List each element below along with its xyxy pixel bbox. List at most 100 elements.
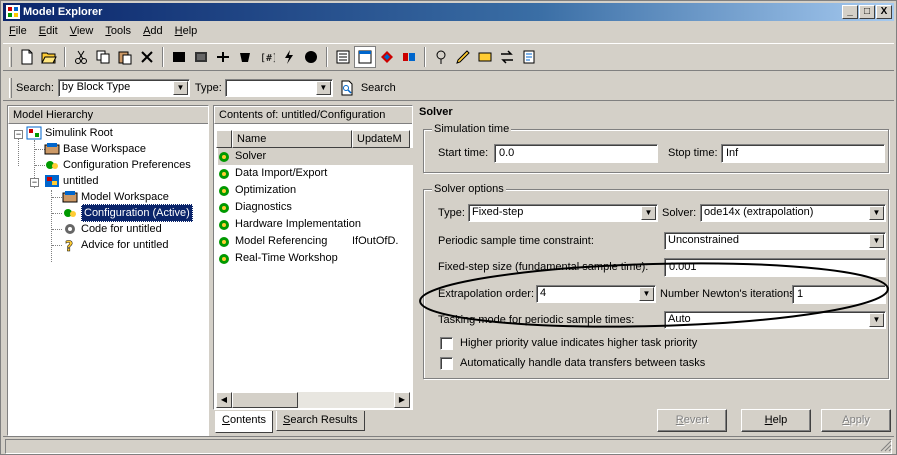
show-dialog-view-icon[interactable] (354, 46, 376, 68)
revert-button[interactable]: Revert (657, 409, 727, 432)
menu-add[interactable]: Add (137, 23, 169, 41)
column-header-blank[interactable] (216, 130, 232, 148)
chevron-down-icon[interactable]: ▼ (869, 234, 884, 248)
tree-item-code-for-untitled[interactable]: Code for untitled (62, 221, 162, 237)
tree-item-simulink-root[interactable]: Simulink Root (26, 125, 113, 141)
tree-item-advice-for-untitled[interactable]: ? Advice for untitled (62, 237, 169, 253)
model-explorer-app-icon (6, 5, 20, 19)
edit-icon[interactable] (452, 46, 474, 68)
help-button[interactable]: Help (741, 409, 811, 432)
menu-view[interactable]: View (64, 23, 100, 41)
title-bar[interactable]: Model Explorer _ □ X (3, 3, 894, 21)
list-item-real-time-workshop[interactable]: Real-Time Workshop (218, 250, 413, 267)
chevron-down-icon[interactable]: ▼ (641, 206, 656, 220)
model-hierarchy-header: Model Hierarchy (8, 106, 208, 124)
model-advisor-icon[interactable] (398, 46, 420, 68)
transfer-icon[interactable] (496, 46, 518, 68)
delete-icon[interactable] (136, 46, 158, 68)
auto-data-transfer-checkbox[interactable] (440, 357, 453, 370)
report-icon[interactable] (518, 46, 540, 68)
bus-editor-icon[interactable] (474, 46, 496, 68)
searchbar-grip[interactable] (9, 77, 12, 98)
menu-help[interactable]: Help (169, 23, 204, 41)
apply-button[interactable]: Apply (821, 409, 891, 432)
chevron-down-icon[interactable]: ▼ (172, 80, 188, 95)
new-icon[interactable] (16, 46, 38, 68)
periodic-constraint-combo[interactable]: Unconstrained ▼ (664, 232, 886, 250)
cut-icon[interactable] (70, 46, 92, 68)
search-bar: Search: by Block Type ▼ Type: ▼ Search (3, 75, 894, 101)
type-combo[interactable]: ▼ (224, 78, 333, 97)
add-data-icon[interactable] (234, 46, 256, 68)
solver-type-combo[interactable]: Fixed-step ▼ (468, 204, 658, 222)
higher-priority-label[interactable]: Higher priority value indicates higher t… (460, 334, 697, 352)
scroll-right-icon[interactable]: ▶ (394, 392, 410, 408)
chevron-down-icon[interactable]: ▼ (869, 206, 884, 220)
horizontal-scrollbar[interactable]: ◀ ▶ (216, 392, 410, 408)
collapse-root-icon[interactable]: − (14, 130, 23, 139)
model-explorer-window: Model Explorer _ □ X File Edit View Tool… (0, 0, 897, 455)
annotation-ellipse (419, 262, 889, 328)
list-item-solver[interactable]: Solver (218, 148, 413, 165)
toolbar-grip[interactable] (9, 47, 12, 67)
tree-item-base-workspace[interactable]: Base Workspace (44, 141, 146, 157)
config-component-icon (219, 202, 229, 213)
add-parameter-icon[interactable] (300, 46, 322, 68)
question-mark-icon: ? (62, 238, 78, 252)
configuration-icon (62, 206, 78, 220)
add-signal-icon[interactable] (278, 46, 300, 68)
tab-contents[interactable]: Contents (215, 411, 274, 433)
tree-line (51, 190, 52, 262)
scroll-thumb[interactable] (232, 392, 298, 408)
menu-file[interactable]: File (3, 23, 33, 41)
tab-contents-label: ontents (229, 414, 267, 426)
maximize-button[interactable]: □ (859, 5, 875, 19)
list-item-model-referencing[interactable]: Model Referencing IfOutOfD. (218, 233, 413, 250)
config-component-icon (219, 253, 229, 264)
simulink-library-icon[interactable] (376, 46, 398, 68)
tree-label: Code for untitled (81, 223, 162, 235)
list-item-data-import-export[interactable]: Data Import/Export (218, 165, 413, 182)
add-model-icon[interactable] (168, 46, 190, 68)
open-folder-icon[interactable] (38, 46, 60, 68)
collapse-untitled-icon[interactable]: − (30, 178, 39, 187)
workspace-icon (62, 190, 78, 204)
tree-item-model-workspace[interactable]: Model Workspace (62, 189, 169, 205)
column-header-update[interactable]: UpdateM (352, 130, 410, 148)
minimize-button[interactable]: _ (842, 5, 858, 19)
list-item-optimization[interactable]: Optimization (218, 182, 413, 199)
paste-icon[interactable] (114, 46, 136, 68)
copy-icon[interactable] (92, 46, 114, 68)
solver-combo[interactable]: ode14x (extrapolation) ▼ (700, 204, 886, 222)
column-header-name[interactable]: Name (232, 130, 352, 148)
tree-item-untitled[interactable]: untitled (44, 173, 98, 189)
model-icon (44, 174, 60, 188)
resize-grip-icon[interactable] (880, 440, 892, 452)
show-list-view-icon[interactable] (332, 46, 354, 68)
menu-edit[interactable]: Edit (33, 23, 64, 41)
tree-label: Simulink Root (45, 127, 113, 139)
svg-text:?: ? (65, 239, 73, 252)
stop-time-input[interactable]: Inf (721, 144, 885, 163)
close-button[interactable]: X (876, 5, 892, 19)
list-item-name: Diagnostics (235, 201, 292, 213)
sample-time-icon[interactable] (430, 46, 452, 68)
tree-item-configuration-active[interactable]: Configuration (Active) (62, 204, 193, 222)
add-matrix-icon[interactable]: [#] (256, 46, 278, 68)
add-variable-icon[interactable] (212, 46, 234, 68)
menu-tools[interactable]: Tools (99, 23, 137, 41)
start-time-input[interactable]: 0.0 (494, 144, 658, 163)
search-button[interactable]: Search (339, 80, 396, 96)
scroll-left-icon[interactable]: ◀ (216, 392, 232, 408)
list-item-hardware-implementation[interactable]: Hardware Implementation (218, 216, 413, 233)
higher-priority-checkbox[interactable] (440, 337, 453, 350)
contents-pane: Contents of: untitled/Configuration Name… (213, 105, 413, 410)
list-item-diagnostics[interactable]: Diagnostics (218, 199, 413, 216)
chevron-down-icon[interactable]: ▼ (315, 80, 331, 95)
add-config-icon[interactable] (190, 46, 212, 68)
search-by-combo[interactable]: by Block Type ▼ (57, 78, 190, 97)
apply-label: pply (849, 414, 870, 426)
auto-data-transfer-label[interactable]: Automatically handle data transfers betw… (460, 354, 705, 372)
tab-search-results[interactable]: Search Results (276, 411, 365, 431)
tree-item-configuration-preferences[interactable]: Configuration Preferences (44, 157, 191, 173)
